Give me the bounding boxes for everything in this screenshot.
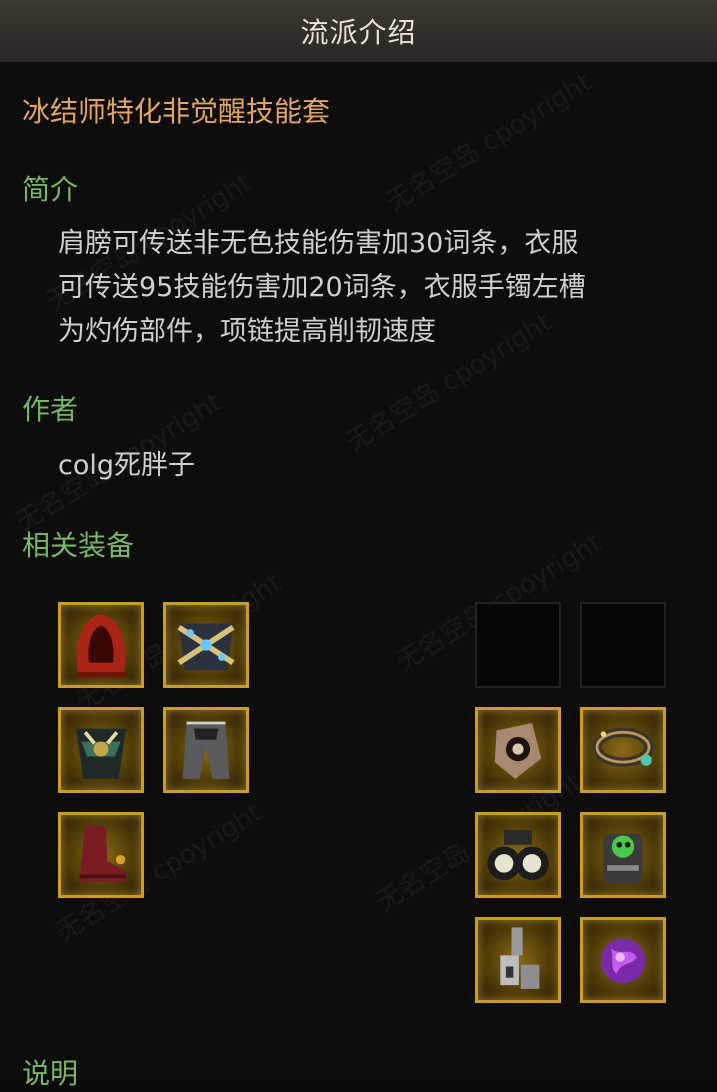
header-bar: 流派介绍 bbox=[0, 0, 717, 63]
clip-accessory-icon-graphic bbox=[500, 927, 540, 989]
belt-icon[interactable] bbox=[58, 707, 144, 793]
pants-icon-graphic bbox=[182, 721, 230, 779]
belt-icon-graphic bbox=[75, 728, 127, 779]
intro-line: 为灼伤部件，项链提高削韧速度 bbox=[58, 316, 436, 347]
gear-earring-icon-graphic bbox=[603, 833, 643, 884]
clip-accessory-icon[interactable] bbox=[475, 917, 561, 1003]
equipment-label: 相关装备 bbox=[22, 529, 135, 562]
watermark-text: 无名空岛 cpoyright bbox=[381, 67, 597, 218]
binoculars-icon-graphic bbox=[487, 829, 549, 881]
intro-label: 简介 bbox=[22, 173, 79, 206]
shoulder-armor-icon-graphic bbox=[177, 623, 235, 671]
notes-label: 说明 bbox=[22, 1057, 79, 1090]
build-title: 冰结师特化非觉醒技能套 bbox=[22, 95, 331, 128]
content-area[interactable]: 无名空岛 cpoyright 无名空岛 cpoyright 无名空岛 cpoyr… bbox=[0, 62, 717, 1090]
intro-line: 可传送95技能伤害加20词条，衣服手镯左槽 bbox=[58, 272, 586, 303]
empty-slot[interactable] bbox=[475, 602, 561, 688]
hood-icon[interactable] bbox=[58, 602, 144, 688]
author-label: 作者 bbox=[22, 393, 79, 426]
empty-slot[interactable] bbox=[580, 602, 666, 688]
ring-icon[interactable] bbox=[475, 707, 561, 793]
gear-earring-icon[interactable] bbox=[580, 812, 666, 898]
boots-icon-graphic bbox=[79, 826, 127, 882]
intro-text: 肩膀可传送非无色技能伤害加30词条，衣服 可传送95技能伤害加20词条，衣服手镯… bbox=[58, 222, 586, 354]
purple-gem-icon-graphic bbox=[600, 938, 646, 984]
bracelet-icon[interactable] bbox=[580, 707, 666, 793]
author-name: colg死胖子 bbox=[58, 450, 196, 481]
page-title: 流派介绍 bbox=[300, 16, 417, 49]
binoculars-icon[interactable] bbox=[475, 812, 561, 898]
ring-icon-graphic bbox=[494, 723, 542, 779]
boots-icon[interactable] bbox=[58, 812, 144, 898]
intro-line: 肩膀可传送非无色技能伤害加30词条，衣服 bbox=[58, 228, 579, 259]
shoulder-armor-icon[interactable] bbox=[163, 602, 249, 688]
purple-gem-icon[interactable] bbox=[580, 917, 666, 1003]
bracelet-icon-graphic bbox=[592, 727, 654, 767]
hood-icon-graphic bbox=[75, 614, 127, 678]
pants-icon[interactable] bbox=[163, 707, 249, 793]
